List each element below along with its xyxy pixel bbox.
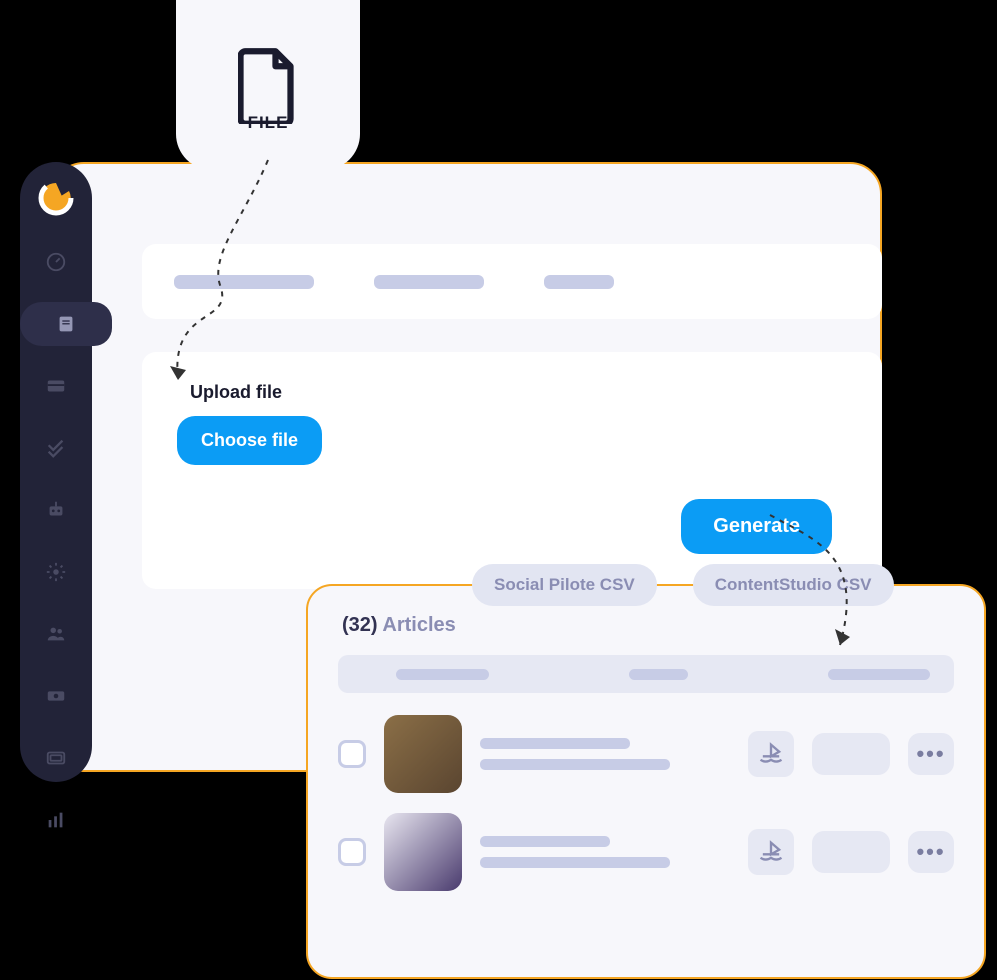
column-header bbox=[629, 669, 688, 680]
tab-placeholder[interactable] bbox=[544, 275, 614, 289]
table-row: ••• bbox=[338, 813, 954, 891]
row-subtitle bbox=[480, 857, 670, 868]
sidebar-item-card[interactable] bbox=[20, 364, 92, 408]
articles-count: (32) Articles bbox=[338, 614, 954, 637]
sidebar-item-gear[interactable] bbox=[20, 550, 92, 594]
sidebar-item-book[interactable] bbox=[20, 302, 112, 346]
logo[interactable] bbox=[36, 180, 76, 216]
articles-card: Social Pilote CSV ContentStudio CSV (32)… bbox=[306, 584, 986, 979]
sidebar-item-check[interactable] bbox=[20, 426, 92, 470]
file-badge: FILE bbox=[176, 0, 360, 170]
sidebar-item-chart[interactable] bbox=[20, 798, 92, 842]
column-header bbox=[396, 669, 489, 680]
more-button[interactable]: ••• bbox=[908, 733, 954, 775]
tab-bar bbox=[142, 244, 882, 319]
sidebar-item-robot[interactable] bbox=[20, 488, 92, 532]
tab-placeholder[interactable] bbox=[374, 275, 484, 289]
row-status[interactable] bbox=[812, 831, 890, 873]
file-badge-label: FILE bbox=[248, 113, 289, 133]
row-checkbox[interactable] bbox=[338, 740, 366, 768]
export-tag-contentstudio[interactable]: ContentStudio CSV bbox=[693, 564, 894, 606]
more-button[interactable]: ••• bbox=[908, 831, 954, 873]
sidebar-item-users[interactable] bbox=[20, 612, 92, 656]
export-tag-social-pilote[interactable]: Social Pilote CSV bbox=[472, 564, 657, 606]
row-title bbox=[480, 738, 630, 749]
table-row: ••• bbox=[338, 715, 954, 793]
column-header bbox=[828, 669, 930, 680]
sidebar-item-dashboard[interactable] bbox=[20, 240, 92, 284]
row-status[interactable] bbox=[812, 733, 890, 775]
sidebar bbox=[20, 162, 92, 782]
row-subtitle bbox=[480, 759, 670, 770]
tab-placeholder[interactable] bbox=[174, 275, 314, 289]
row-thumbnail[interactable] bbox=[384, 813, 462, 891]
boat-icon[interactable] bbox=[748, 731, 794, 777]
upload-section: Upload file Choose file Generate bbox=[142, 352, 882, 589]
choose-file-button[interactable]: Choose file bbox=[177, 416, 322, 465]
sidebar-item-money[interactable] bbox=[20, 674, 92, 718]
boat-icon[interactable] bbox=[748, 829, 794, 875]
row-title bbox=[480, 836, 610, 847]
sidebar-item-media[interactable] bbox=[20, 736, 92, 780]
table-header bbox=[338, 655, 954, 693]
row-thumbnail[interactable] bbox=[384, 715, 462, 793]
row-checkbox[interactable] bbox=[338, 838, 366, 866]
section-title: Upload file bbox=[182, 382, 842, 403]
generate-button[interactable]: Generate bbox=[681, 499, 832, 554]
